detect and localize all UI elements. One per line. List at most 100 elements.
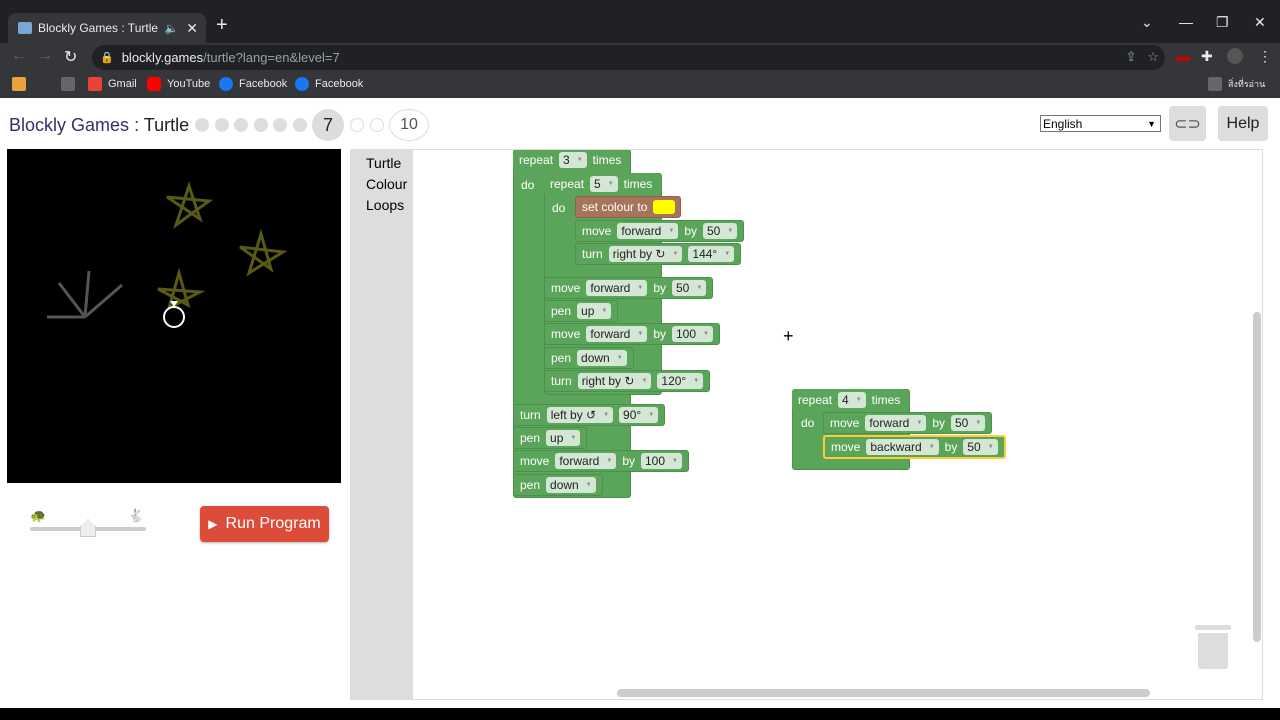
repeat-header-outer[interactable]: repeat 3 ▼ times [513,150,628,171]
language-value: English [1043,116,1083,131]
last-level[interactable]: 10 [389,109,429,141]
category-colour[interactable]: Colour [366,176,407,192]
level-5-dot[interactable] [273,118,287,132]
bookmark-gmail[interactable]: Gmail [88,77,137,91]
level-9-dot[interactable] [369,118,384,132]
turn-direction-dropdown[interactable]: right by ↻ ▼ [608,246,683,262]
pen-block[interactable]: pen up ▼ [513,427,588,449]
game-name: Turtle [143,115,190,135]
distance-dropdown[interactable]: 50 ▼ [951,415,986,431]
pen-block[interactable]: pen down ▼ [513,474,603,496]
move-block[interactable]: move forward ▼ by 100 ▼ [513,450,689,472]
repeat-count-field[interactable]: 4 ▼ [838,392,866,408]
menu-icon[interactable]: ⋮ [1258,48,1272,65]
browser-tab[interactable]: Blockly Games : Turtle 🔈 ✕ [8,13,206,43]
speed-slider[interactable]: 🐢 🐇 [30,508,146,538]
back-icon[interactable]: ← [11,47,27,65]
colour-swatch[interactable] [653,200,676,214]
move-block[interactable]: move forward ▼ by 50 ▼ [544,277,714,299]
apps-icon[interactable] [12,77,32,91]
reload-icon[interactable]: ↻ [64,47,77,67]
pen-state-dropdown[interactable]: down ▼ [577,350,627,366]
level-8-dot[interactable] [350,118,364,132]
angle-dropdown[interactable]: 120° ▼ [657,373,704,389]
new-tab-icon[interactable]: + [216,14,228,37]
help-button[interactable]: Help [1218,106,1268,141]
pen-state-dropdown[interactable]: up ▼ [577,303,612,319]
repeat-header-inner[interactable]: repeat 5 ▼ times [544,173,659,195]
extension-icon[interactable]: ▬ [1176,48,1190,64]
level-6-dot[interactable] [292,118,307,132]
bookmark-star-icon[interactable]: ⇪ ☆ [1126,49,1159,65]
language-select[interactable]: English ▼ [1040,115,1161,132]
current-level[interactable]: 7 [312,109,344,141]
app-name-link[interactable]: Blockly Games [9,115,129,135]
bookmark-facebook[interactable]: Facebook [219,77,287,91]
tab-title: Blockly Games : Turtle [38,21,159,35]
page: Blockly Games : Turtle 7 10 English ▼ ⊂⊃… [0,98,1280,708]
minimize-icon[interactable]: — [1179,14,1193,30]
level-3-dot[interactable] [234,118,248,132]
facebook-icon [295,77,309,91]
run-program-button[interactable]: ▶ Run Program [200,506,329,542]
set-colour-block[interactable]: set colour to [575,196,681,218]
turn-block[interactable]: turn right by ↻ ▼ 144° ▼ [575,243,742,265]
direction-dropdown[interactable]: forward ▼ [865,415,927,431]
close-tab-icon[interactable]: ✕ [186,20,198,37]
blockly-workspace[interactable]: Turtle Colour Loops repeat 3 ▼ times do r… [350,149,1263,700]
profile-avatar[interactable] [1227,48,1243,64]
direction-dropdown[interactable]: forward ▼ [617,223,679,239]
puzzle-icon[interactable]: ✚ [1201,48,1213,65]
close-window-icon[interactable]: ✕ [1254,14,1266,31]
link-button[interactable]: ⊂⊃ [1169,106,1206,141]
move-block[interactable]: move forward ▼ by 100 ▼ [544,323,720,345]
turn-direction-dropdown[interactable]: right by ↻ ▼ [577,373,652,389]
vertical-scrollbar[interactable] [1253,312,1261,642]
angle-dropdown[interactable]: 144° ▼ [688,246,735,262]
direction-dropdown[interactable]: backward ▼ [866,439,939,455]
repeat-count-field[interactable]: 5 ▼ [590,176,618,192]
distance-dropdown[interactable]: 50 ▼ [703,223,738,239]
repeat-header-floating[interactable]: repeat 4 ▼ times [792,389,907,411]
repeat-count-field[interactable]: 3 ▼ [559,152,587,168]
distance-dropdown[interactable]: 50 ▼ [672,280,707,296]
trash-icon[interactable] [1195,625,1231,671]
angle-dropdown[interactable]: 90° ▼ [619,407,659,423]
category-loops[interactable]: Loops [366,197,404,213]
direction-dropdown[interactable]: forward ▼ [586,326,648,342]
distance-dropdown[interactable]: 100 ▼ [672,326,713,342]
pen-block[interactable]: pen up ▼ [544,300,619,322]
pen-state-dropdown[interactable]: up ▼ [546,430,581,446]
category-turtle[interactable]: Turtle [366,155,401,171]
turn-block[interactable]: turn right by ↻ ▼ 120° ▼ [544,370,711,392]
turn-direction-dropdown[interactable]: left by ↺ ▼ [546,407,614,423]
bookmark-youtube[interactable]: YouTube [147,77,210,91]
level-1-dot[interactable] [195,118,209,132]
move-block[interactable]: move forward ▼ by 50 ▼ [823,412,993,434]
distance-dropdown[interactable]: 50 ▼ [963,439,998,455]
move-block-selected[interactable]: move backward ▼ by 50 ▼ [823,435,1006,459]
address-bar[interactable]: 🔒 blockly.games /turtle?lang=en&level=7 … [92,45,1165,70]
reading-list[interactable]: สิ่งที่รอ่าน [1208,77,1265,91]
bookmark-facebook-2[interactable]: Facebook [295,77,363,91]
restore-icon[interactable]: ❐ [1216,14,1229,31]
tab-search-icon[interactable]: ⌄ [1141,14,1153,31]
forward-icon[interactable]: → [37,47,53,65]
direction-dropdown[interactable]: forward ▼ [586,280,648,296]
turn-block[interactable]: turn left by ↺ ▼ 90° ▼ [513,404,666,426]
title-separator: : [134,115,140,135]
bookmark-folder-icon[interactable] [61,77,81,91]
screen-bottom-edge [0,708,1280,720]
direction-dropdown[interactable]: forward ▼ [555,453,617,469]
slider-thumb[interactable] [80,519,96,537]
lock-icon[interactable]: 🔒 [100,51,114,64]
level-2-dot[interactable] [214,118,229,132]
pen-state-dropdown[interactable]: down ▼ [546,477,596,493]
url-host: blockly.games [121,50,204,65]
move-block[interactable]: move forward ▼ by 50 ▼ [575,220,745,242]
horizontal-scrollbar[interactable] [617,689,1150,697]
level-4-dot[interactable] [253,118,268,132]
pen-block[interactable]: pen down ▼ [544,347,634,369]
distance-dropdown[interactable]: 100 ▼ [641,453,682,469]
speaker-icon[interactable]: 🔈 [165,22,179,35]
